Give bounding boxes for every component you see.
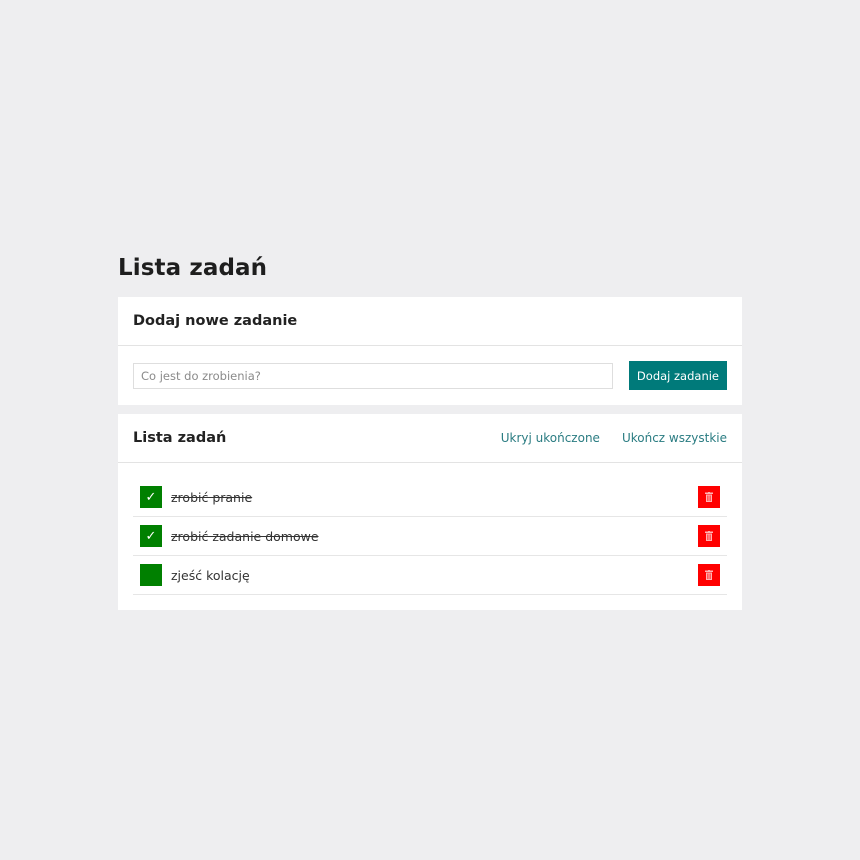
delete-task-button[interactable] <box>698 486 720 508</box>
trash-icon <box>705 492 713 502</box>
task-item: ✓ zrobić zadanie domowe <box>133 517 727 556</box>
hide-completed-link[interactable]: Ukryj ukończone <box>501 431 600 445</box>
add-task-button[interactable]: Dodaj zadanie <box>628 361 727 390</box>
complete-all-link[interactable]: Ukończ wszystkie <box>622 431 727 445</box>
task-list-card: Lista zadań Ukryj ukończone Ukończ wszys… <box>118 414 742 610</box>
trash-icon <box>705 570 713 580</box>
add-task-card: Dodaj nowe zadanie Dodaj zadanie <box>118 297 742 405</box>
new-task-input[interactable] <box>133 362 613 389</box>
add-task-form: Dodaj zadanie <box>118 346 742 405</box>
task-text: zjeść kolację <box>171 567 250 583</box>
task-checkbox[interactable]: ✓ <box>140 486 162 508</box>
task-checkbox[interactable]: ✓ <box>140 525 162 547</box>
todo-app: Lista zadań Dodaj nowe zadanie Dodaj zad… <box>118 255 742 619</box>
task-list: ✓ zrobić pranie ✓ zrobić zadanie domowe … <box>118 463 742 610</box>
check-icon: ✓ <box>145 528 157 544</box>
task-checkbox[interactable] <box>140 564 162 586</box>
page-title: Lista zadań <box>118 255 268 281</box>
trash-icon <box>705 531 713 541</box>
delete-task-button[interactable] <box>698 564 720 586</box>
add-task-title: Dodaj nowe zadanie <box>133 313 298 329</box>
task-list-card-header: Lista zadań Ukryj ukończone Ukończ wszys… <box>118 414 742 463</box>
check-icon: ✓ <box>145 489 157 505</box>
task-list-title: Lista zadań <box>133 430 227 446</box>
task-text: zrobić zadanie domowe <box>171 528 319 544</box>
add-task-card-header: Dodaj nowe zadanie <box>118 297 742 346</box>
task-text: zrobić pranie <box>171 489 253 505</box>
task-item: zjeść kolację <box>133 556 727 595</box>
delete-task-button[interactable] <box>698 525 720 547</box>
task-item: ✓ zrobić pranie <box>133 478 727 517</box>
